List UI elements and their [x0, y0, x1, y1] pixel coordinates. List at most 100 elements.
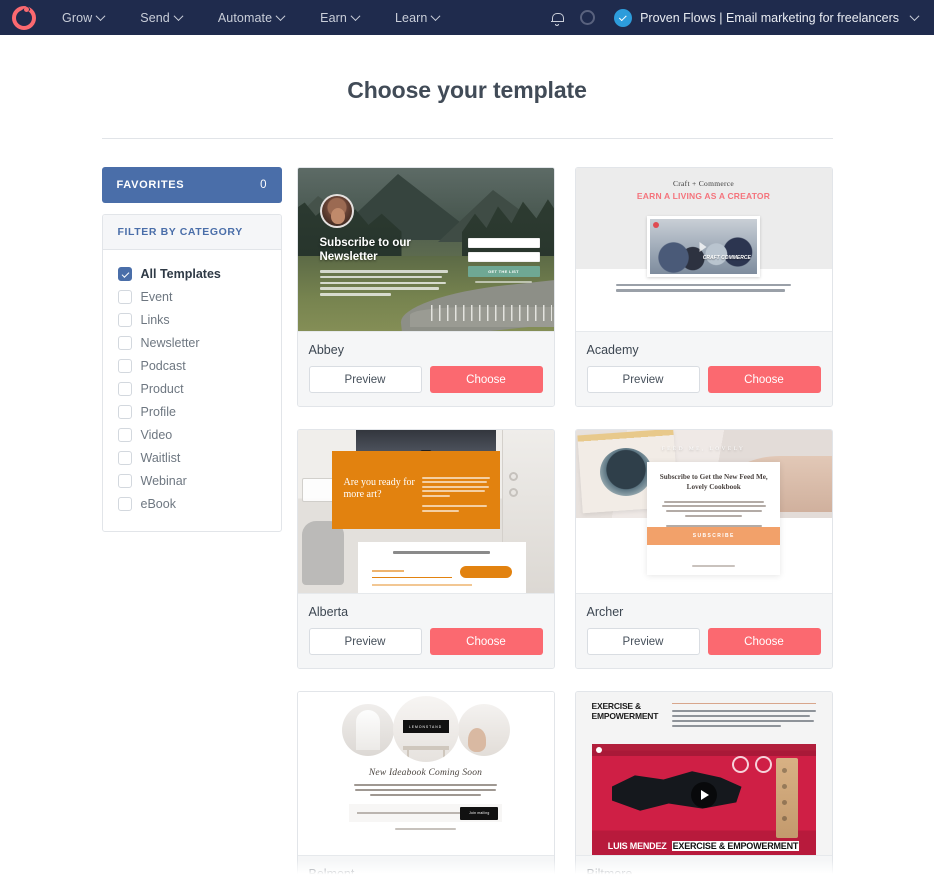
content-layout: FAVORITES 0 FILTER BY CATEGORY All Templ…	[101, 167, 833, 881]
thumb-subscribe-form: GET THE LIST	[467, 238, 540, 283]
nav-item-learn-label: Learn	[394, 10, 428, 25]
template-thumbnail-biltmore[interactable]: EXERCISE & EMPOWERMENT LUIS MENDEZ EXERC…	[575, 692, 832, 855]
filter-item-label: Newsletter	[140, 335, 200, 350]
thumb-video-bar	[591, 744, 816, 756]
filter-item-links[interactable]: Links	[103, 308, 281, 331]
checkbox-icon[interactable]	[117, 335, 132, 350]
filter-item-label: Profile	[140, 404, 176, 419]
nav-item-automate[interactable]: Automate	[200, 11, 302, 25]
filter-item-label: Event	[140, 289, 173, 304]
checkbox-icon[interactable]	[117, 450, 132, 465]
thumb-video-name: LUIS MENDEZ	[607, 841, 667, 851]
status-button[interactable]	[572, 3, 602, 33]
thumb-body-text	[421, 477, 490, 514]
checkbox-icon[interactable]	[117, 289, 132, 304]
thumb-body-text	[671, 710, 816, 730]
template-grid: Subscribe to our Newsletter GET THE LIST…	[296, 167, 833, 881]
title-divider	[101, 138, 833, 139]
choose-button[interactable]: Choose	[429, 628, 543, 655]
nav-item-automate-label: Automate	[217, 10, 273, 25]
thumb-knob	[508, 472, 518, 481]
filter-item-label: Product	[140, 381, 184, 396]
checkbox-icon[interactable]	[117, 358, 132, 373]
thumb-body-text	[319, 270, 448, 299]
preview-button[interactable]: Preview	[586, 366, 700, 393]
thumb-headline: Subscribe to our Newsletter	[319, 237, 411, 264]
checkbox-icon[interactable]	[117, 496, 132, 511]
filter-item-all-templates[interactable]: All Templates	[103, 262, 281, 285]
checkbox-icon[interactable]	[117, 404, 132, 419]
thumb-fine-print	[692, 565, 736, 567]
thumb-headline: EARN A LIVING AS A CREATOR	[636, 191, 771, 201]
thumb-desk-legs	[406, 750, 445, 762]
template-card-belmont: LEMONSTAND New Ideabook Coming Soon Join…	[296, 691, 555, 881]
template-thumbnail-alberta[interactable]: Are you ready for more art?	[297, 430, 554, 593]
checkbox-icon[interactable]	[117, 427, 132, 442]
filter-item-event[interactable]: Event	[103, 285, 281, 308]
thumb-avatar	[319, 194, 354, 228]
chevron-down-icon	[350, 11, 361, 22]
card-actions: Preview Choose	[308, 628, 543, 655]
filter-panel-heading: FILTER BY CATEGORY	[102, 215, 281, 250]
filter-item-waitlist[interactable]: Waitlist	[103, 446, 281, 469]
filter-item-podcast[interactable]: Podcast	[103, 354, 281, 377]
nav-item-grow[interactable]: Grow	[62, 11, 122, 25]
template-name: Abbey	[308, 343, 344, 357]
thumb-watermark: CRAFT COMMERCE	[702, 254, 751, 261]
preview-button[interactable]: Preview	[308, 366, 422, 393]
play-icon[interactable]	[690, 782, 717, 809]
choose-button[interactable]: Choose	[429, 366, 543, 393]
account-menu[interactable]: Proven Flows | Email marketing for freel…	[614, 8, 920, 27]
chevron-down-icon	[431, 11, 441, 22]
thumb-video: LUIS MENDEZ EXERCISE & EMPOWERMENT	[591, 744, 816, 855]
page-body: Choose your template FAVORITES 0 FILTER …	[0, 77, 934, 881]
thumb-peg	[781, 800, 787, 805]
thumb-knob	[508, 488, 518, 497]
choose-button[interactable]: Choose	[707, 628, 821, 655]
template-thumbnail-abbey[interactable]: Subscribe to our Newsletter GET THE LIST	[297, 168, 554, 331]
chevron-down-icon	[909, 11, 920, 22]
checkbox-icon[interactable]	[117, 312, 132, 327]
thumb-body-text	[353, 784, 498, 798]
filter-item-webinar[interactable]: Webinar	[103, 469, 281, 492]
chevron-down-icon	[95, 11, 106, 22]
choose-button[interactable]: Choose	[707, 366, 821, 393]
favorites-count: 0	[260, 179, 267, 191]
filter-item-product[interactable]: Product	[103, 377, 281, 400]
thumb-headline: EXERCISE & EMPOWERMENT	[591, 701, 659, 721]
account-name: Proven Flows | Email marketing for freel…	[640, 10, 899, 25]
checkbox-icon[interactable]	[117, 473, 132, 488]
template-card-archer: FEED ME, LOVELY Subscribe to Get the New…	[574, 429, 833, 669]
notifications-button[interactable]	[542, 3, 572, 33]
filter-item-video[interactable]: Video	[103, 423, 281, 446]
filter-item-ebook[interactable]: eBook	[103, 492, 281, 515]
page-title: Choose your template	[347, 77, 587, 103]
checkbox-icon[interactable]	[117, 266, 132, 281]
thumb-pegboard	[775, 758, 798, 838]
filter-list: All Templates Event Links Newsletter Pod…	[103, 250, 281, 531]
filter-item-newsletter[interactable]: Newsletter	[103, 331, 281, 354]
nav-item-earn[interactable]: Earn	[302, 11, 377, 25]
thumb-rings	[731, 752, 772, 773]
nav-item-send[interactable]: Send	[122, 11, 200, 25]
template-thumbnail-belmont[interactable]: LEMONSTAND New Ideabook Coming Soon Join…	[297, 692, 554, 855]
verified-check-icon	[614, 8, 633, 27]
template-thumbnail-academy[interactable]: Craft + Commerce EARN A LIVING AS A CREA…	[575, 168, 832, 331]
template-thumbnail-archer[interactable]: FEED ME, LOVELY Subscribe to Get the New…	[575, 430, 832, 593]
thumb-video-dot	[595, 747, 602, 753]
favorites-button[interactable]: FAVORITES 0	[101, 167, 282, 203]
thumb-headline: Are you ready for more art?	[343, 477, 415, 501]
card-actions: Preview Choose	[586, 628, 821, 655]
preview-button[interactable]: Preview	[586, 628, 700, 655]
preview-button[interactable]: Preview	[308, 628, 422, 655]
thumb-email-input	[371, 566, 452, 578]
convertkit-logo-icon[interactable]	[12, 5, 36, 30]
filter-item-profile[interactable]: Profile	[103, 400, 281, 423]
thumb-email-input	[467, 252, 540, 262]
card-footer: Academy Preview Choose	[575, 331, 832, 406]
nav-item-learn[interactable]: Learn	[377, 11, 457, 25]
card-footer: Belmont Preview Choose	[297, 855, 554, 881]
top-navigation-bar: Grow Send Automate Earn Learn Proven Flo…	[0, 0, 934, 35]
chevron-down-icon	[173, 11, 184, 22]
checkbox-icon[interactable]	[117, 381, 132, 396]
